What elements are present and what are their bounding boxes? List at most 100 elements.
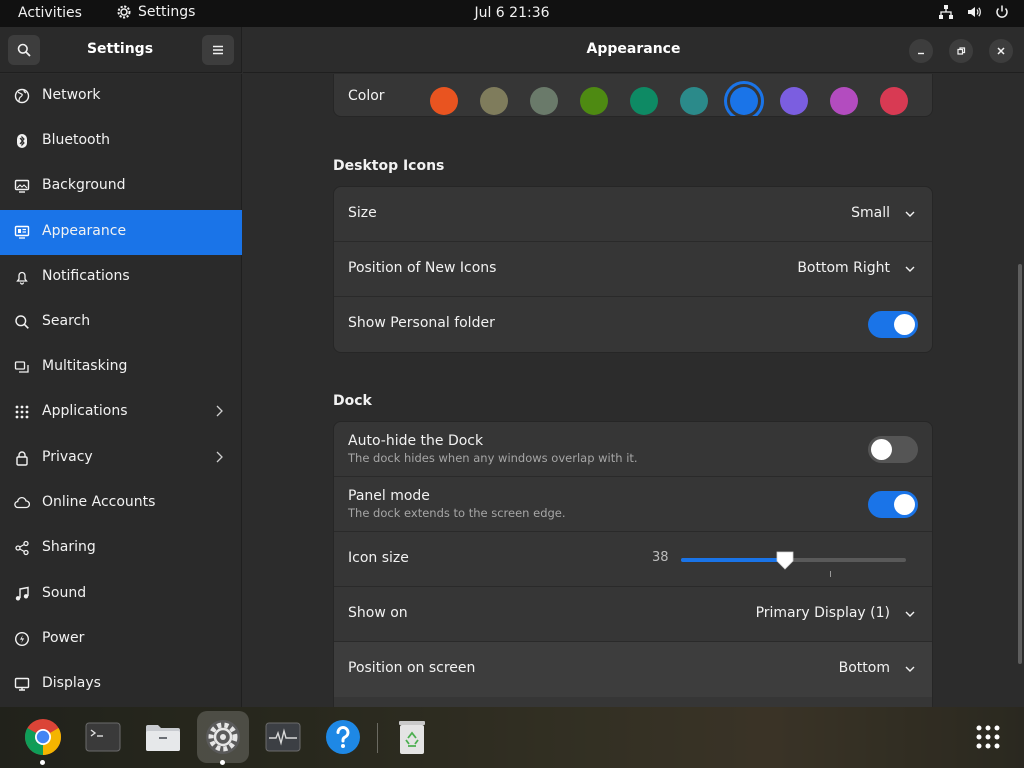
dock-app-chrome[interactable] [17, 711, 69, 765]
desktop-icons-heading: Desktop Icons [333, 158, 445, 174]
activities-button[interactable]: Activities [18, 5, 82, 21]
color-swatch-red[interactable] [880, 87, 908, 115]
dock-app-files[interactable] [137, 711, 189, 763]
lock-icon [13, 449, 31, 467]
scrollbar[interactable] [1018, 264, 1022, 664]
share-icon [13, 539, 31, 557]
autohide-row: Auto-hide the Dock The dock hides when a… [334, 422, 932, 477]
sidebar-item-label: Sound [42, 585, 87, 601]
terminal-icon [85, 722, 121, 752]
display-icon [13, 675, 31, 693]
position-on-screen-label: Position on screen [348, 660, 476, 676]
primary-menu-button[interactable] [202, 35, 234, 65]
color-swatch-purple[interactable] [780, 87, 808, 115]
color-swatch-orange[interactable] [430, 87, 458, 115]
new-icons-position-label: Position of New Icons [348, 260, 497, 276]
color-label: Color [348, 88, 385, 104]
dock-trash[interactable] [386, 711, 438, 763]
sidebar-item-background[interactable]: Background [0, 164, 242, 209]
sidebar-item-applications[interactable]: Applications [0, 390, 242, 435]
search-button[interactable] [8, 35, 40, 65]
dock-app-settings[interactable] [197, 711, 249, 765]
sidebar-item-sound[interactable]: Sound [0, 572, 242, 617]
sidebar-item-sharing[interactable]: Sharing [0, 526, 242, 571]
show-on-label: Show on [348, 605, 408, 621]
sidebar-item-search[interactable]: Search [0, 300, 242, 345]
show-applications-button[interactable] [962, 711, 1014, 763]
sidebar-item-label: Applications [42, 403, 128, 419]
sidebar-item-notifications[interactable]: Notifications [0, 255, 242, 300]
help-icon [326, 720, 360, 754]
minimize-button[interactable] [909, 39, 933, 63]
dock-app-terminal[interactable] [77, 711, 129, 763]
gear-icon [117, 5, 131, 19]
settings-icon [206, 720, 240, 754]
color-swatch-prussian-green[interactable] [680, 87, 708, 115]
sidebar-item-label: Privacy [42, 449, 93, 465]
close-button[interactable] [989, 39, 1013, 63]
autohide-toggle[interactable] [868, 436, 918, 463]
dock-icon-size-slider[interactable] [681, 551, 906, 570]
chevron-down-icon [905, 611, 915, 617]
search-icon [17, 43, 31, 57]
sidebar-item-bluetooth[interactable]: Bluetooth [0, 119, 242, 164]
sidebar-item-label: Sharing [42, 539, 96, 555]
icon-size-value: Small [851, 205, 890, 221]
color-swatch-viridian[interactable] [630, 87, 658, 115]
apps-grid-icon [13, 403, 31, 421]
system-status-area[interactable] [938, 4, 1010, 20]
sidebar-item-multitasking[interactable]: Multitasking [0, 345, 242, 390]
sidebar-item-privacy[interactable]: Privacy [0, 436, 242, 481]
app-name: Settings [138, 4, 196, 20]
dock-icon-size-value: 38 [652, 550, 669, 565]
power-icon [996, 5, 1008, 18]
sidebar-item-online-accounts[interactable]: Online Accounts [0, 481, 242, 526]
color-swatch-olive[interactable] [580, 87, 608, 115]
chevron-right-icon [216, 451, 223, 463]
chevron-down-icon [905, 211, 915, 217]
show-on-row[interactable]: Show on Primary Display (1) [334, 587, 932, 642]
dock-app-help[interactable] [317, 711, 369, 763]
panel-mode-toggle[interactable] [868, 491, 918, 518]
clock[interactable]: Jul 6 21:36 [474, 5, 549, 21]
dock-card: Auto-hide the Dock The dock hides when a… [333, 421, 933, 707]
bluetooth-icon [13, 132, 31, 150]
position-on-screen-row[interactable]: Position on screen Bottom [334, 642, 932, 697]
apps-grid-icon [976, 725, 1000, 749]
restore-icon [957, 47, 966, 55]
sidebar-item-displays[interactable]: Displays [0, 662, 242, 707]
dock-heading: Dock [333, 393, 372, 409]
app-menu[interactable]: Settings [116, 4, 195, 20]
slider-thumb[interactable] [774, 549, 796, 571]
dock-app-system-monitor[interactable] [257, 711, 309, 763]
color-swatch-magenta[interactable] [830, 87, 858, 115]
close-icon [997, 47, 1005, 55]
globe-icon [13, 87, 31, 105]
chrome-icon [24, 719, 62, 755]
color-swatch-sage[interactable] [530, 87, 558, 115]
color-swatch-bark[interactable] [480, 87, 508, 115]
music-note-icon [13, 585, 31, 603]
multitasking-icon [13, 358, 31, 376]
monitor-icon [13, 177, 31, 195]
personal-folder-toggle[interactable] [868, 311, 918, 338]
sidebar-item-appearance[interactable]: Appearance [0, 210, 242, 255]
sidebar-item-network[interactable]: Network [0, 74, 242, 119]
autohide-subtitle: The dock hides when any windows overlap … [348, 451, 638, 465]
slider-tick-mark [830, 571, 831, 577]
new-icons-position-row[interactable]: Position of New Icons Bottom Right [334, 242, 932, 297]
color-swatch-blue[interactable] [730, 87, 758, 115]
sidebar-item-label: Appearance [42, 223, 127, 239]
panel-mode-row: Panel mode The dock extends to the scree… [334, 477, 932, 532]
sidebar-item-power[interactable]: Power [0, 617, 242, 662]
chevron-down-icon [905, 266, 915, 272]
sidebar-header: Settings [0, 27, 242, 73]
sidebar-item-label: Bluetooth [42, 132, 110, 148]
autohide-title: Auto-hide the Dock [348, 433, 484, 449]
trash-icon [399, 721, 425, 754]
panel-mode-subtitle: The dock extends to the screen edge. [348, 506, 566, 520]
icon-size-label: Size [348, 205, 377, 221]
icon-size-row[interactable]: Size Small [334, 187, 932, 242]
maximize-button[interactable] [949, 39, 973, 63]
search-icon [13, 313, 31, 331]
